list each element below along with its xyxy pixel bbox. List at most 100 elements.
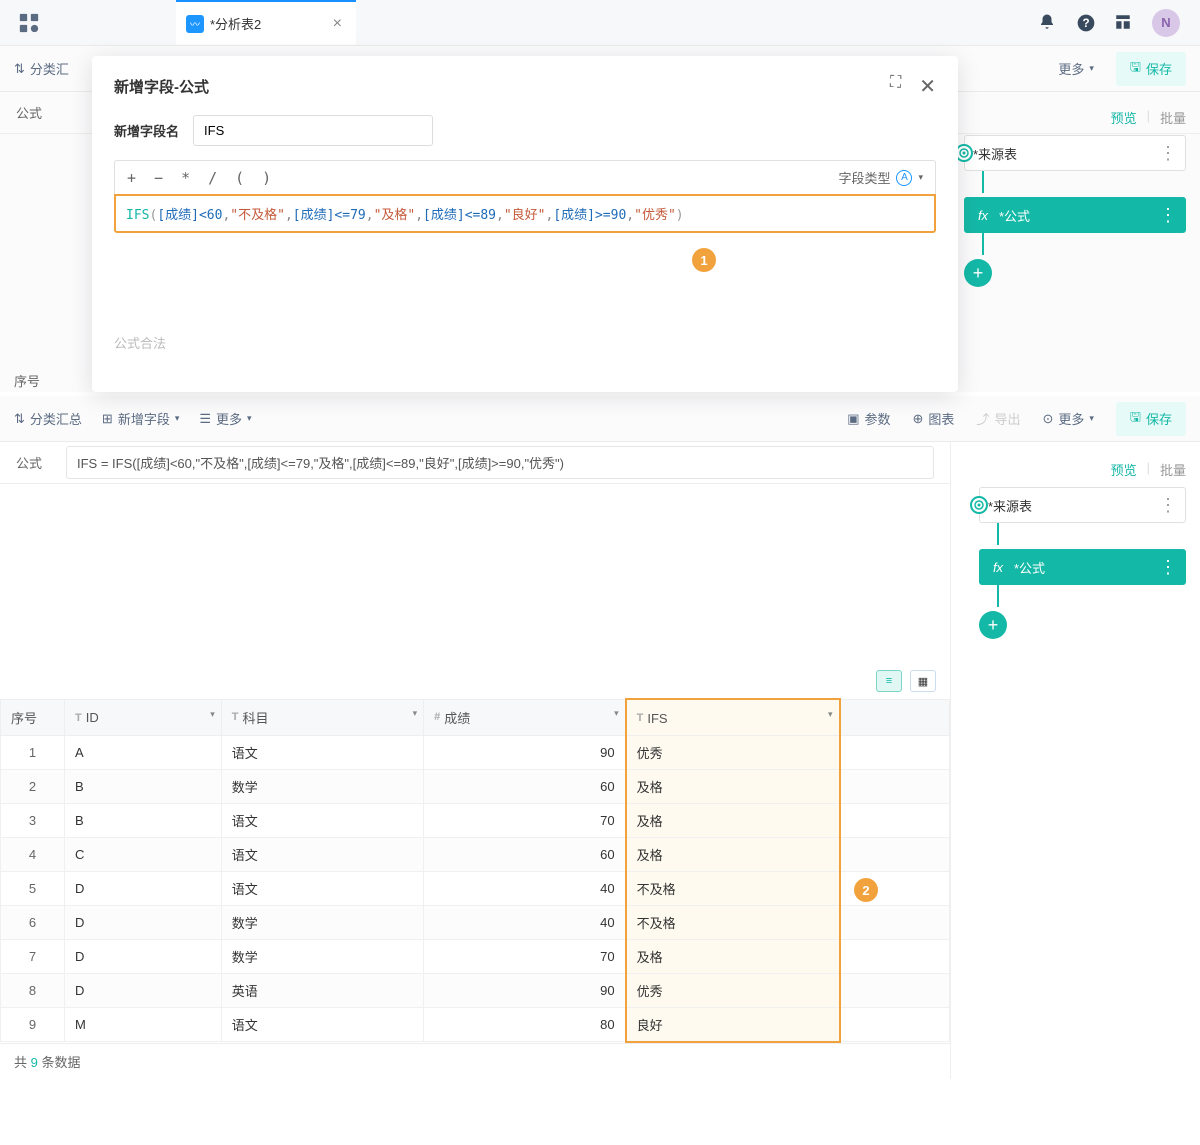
caret-down-icon[interactable]: ▾ (918, 172, 923, 183)
table-row[interactable]: 2B数学60及格 (1, 769, 950, 803)
cell-subject: 语文 (221, 1007, 423, 1042)
caret-down-icon: ▾ (413, 708, 418, 719)
save-button[interactable]: 🖫 保存 (1116, 402, 1186, 436)
op-plus[interactable]: + (127, 169, 136, 187)
table-row[interactable]: 9M语文80良好 (1, 1007, 950, 1042)
avatar[interactable]: N (1152, 9, 1180, 37)
cell-score: 80 (424, 1007, 626, 1042)
op-divide[interactable]: / (208, 169, 217, 187)
formula-node-bg[interactable]: fx *公式 ⋮ (964, 197, 1186, 233)
table-row[interactable]: 6D数学40不及格 (1, 905, 950, 939)
text-type-icon: T (637, 712, 644, 724)
source-node[interactable]: *来源表 ⋮ (979, 487, 1186, 523)
cell-ifs: 及格 (626, 837, 840, 871)
param-btn[interactable]: ▣ 参数 (847, 409, 890, 428)
op-minus[interactable]: − (154, 169, 163, 187)
more2-btn[interactable]: ⊙ 更多 ▾ (1042, 409, 1093, 428)
save-button-bg[interactable]: 🖫 保存 (1116, 52, 1186, 86)
cell-subject: 语文 (221, 837, 423, 871)
col-idx[interactable]: 序号 (1, 699, 65, 735)
cell-ifs: 及格 (626, 939, 840, 973)
op-multiply[interactable]: * (181, 169, 190, 187)
caret-down-icon: ▾ (247, 413, 252, 424)
col-score[interactable]: #成绩▾ (424, 699, 626, 735)
cell-id: D (65, 905, 222, 939)
summary-btn-bg[interactable]: ⇅ 分类汇 (14, 59, 69, 78)
batch-tab[interactable]: 批量 (1160, 460, 1186, 479)
cell-empty (840, 1007, 950, 1042)
app-header: 〰 *分析表2 × ? N (0, 0, 1200, 46)
source-node-bg[interactable]: *来源表 ⋮ (964, 135, 1186, 171)
type-auto-icon[interactable]: A (896, 170, 912, 186)
chart-btn[interactable]: ⊕ 图表 (913, 409, 955, 428)
connector-line (997, 523, 999, 545)
cell-score: 60 (424, 769, 626, 803)
layout-icon[interactable] (1114, 13, 1134, 33)
table-row[interactable]: 4C语文60及格 (1, 837, 950, 871)
formula-status: 公式合法 (114, 333, 936, 352)
cell-empty (840, 837, 950, 871)
cell-subject: 数学 (221, 905, 423, 939)
table-row[interactable]: 5D语文40不及格 (1, 871, 950, 905)
more-vertical-icon[interactable]: ⋮ (1159, 495, 1177, 516)
col-subject[interactable]: T科目▾ (221, 699, 423, 735)
table-view-btn[interactable]: ≡ (876, 670, 902, 692)
operator-toolbar: + − * / ( ) 字段类型 A ▾ (114, 160, 936, 194)
table-footer: 共 9 条数据 (0, 1043, 950, 1079)
cell-empty (840, 803, 950, 837)
more-btn[interactable]: ☰ 更多 ▾ (199, 409, 251, 428)
close-icon[interactable]: × (333, 15, 342, 33)
hierarchy-icon: ⇅ (14, 61, 25, 77)
col-id[interactable]: TID▾ (65, 699, 222, 735)
fx-icon: fx (973, 208, 993, 223)
table-row[interactable]: 8D英语90优秀 (1, 973, 950, 1007)
data-table: 序号 TID▾ T科目▾ #成绩▾ TIFS▾ 1A语文90优秀2B数学60及格… (0, 698, 950, 1043)
grid-view-btn[interactable]: ▦ (910, 670, 936, 692)
preview-tab-bg[interactable]: 预览 (1111, 108, 1137, 127)
cell-score: 70 (424, 939, 626, 973)
summary-btn[interactable]: ⇅ 分类汇总 (14, 409, 82, 428)
cell-score: 70 (424, 803, 626, 837)
callout-1: 1 (692, 248, 716, 272)
cell-id: B (65, 803, 222, 837)
add-formula-modal: 新增字段-公式 ⛶ ✕ 新增字段名 + − * / ( ) 字段类型 A ▾ I… (92, 56, 958, 392)
formula-node[interactable]: fx *公式 ⋮ (979, 549, 1186, 585)
more-vertical-icon[interactable]: ⋮ (1159, 205, 1177, 226)
op-rparen[interactable]: ) (262, 169, 271, 187)
table-row[interactable]: 1A语文90优秀 (1, 735, 950, 769)
app-logo-icon[interactable] (14, 8, 44, 38)
expand-icon[interactable]: ⛶ (890, 74, 901, 99)
col-ifs[interactable]: TIFS▾ (626, 699, 840, 735)
add-field-btn[interactable]: ⊞ 新增字段 ▾ (102, 409, 179, 428)
cell-idx: 1 (1, 735, 65, 769)
cell-idx: 6 (1, 905, 65, 939)
col-empty (840, 699, 950, 735)
table-row[interactable]: 7D数学70及格 (1, 939, 950, 973)
caret-down-icon: ▾ (1089, 63, 1094, 74)
table-row[interactable]: 3B语文70及格 (1, 803, 950, 837)
preview-tab[interactable]: 预览 (1111, 460, 1137, 479)
more-vertical-icon[interactable]: ⋮ (1159, 557, 1177, 578)
cell-idx: 5 (1, 871, 65, 905)
bell-icon[interactable] (1038, 13, 1058, 33)
add-node-button-bg[interactable]: + (964, 259, 992, 287)
more2-btn-bg[interactable]: 更多 ▾ (1058, 59, 1094, 78)
formula-display[interactable]: IFS = IFS([成绩]<60,"不及格",[成绩]<=79,"及格",[成… (66, 446, 934, 479)
tab-analysis-2[interactable]: 〰 *分析表2 × (176, 0, 356, 45)
formula-editor[interactable]: IFS([成绩]<60,"不及格",[成绩]<=79,"及格",[成绩]<=89… (114, 194, 936, 233)
op-lparen[interactable]: ( (235, 169, 244, 187)
help-icon[interactable]: ? (1076, 13, 1096, 33)
cell-subject: 语文 (221, 735, 423, 769)
field-name-input[interactable] (193, 115, 433, 146)
modal-title: 新增字段-公式 (114, 76, 209, 97)
hierarchy-icon: ⇅ (14, 411, 25, 427)
caret-down-icon: ▾ (210, 709, 215, 720)
connector-line (982, 233, 984, 255)
caret-down-icon: ▾ (614, 708, 619, 719)
batch-tab-bg[interactable]: 批量 (1160, 108, 1186, 127)
cell-id: C (65, 837, 222, 871)
add-node-button[interactable]: + (979, 611, 1007, 639)
close-icon[interactable]: ✕ (919, 74, 936, 99)
more-vertical-icon[interactable]: ⋮ (1159, 143, 1177, 164)
cell-ifs: 不及格 (626, 905, 840, 939)
